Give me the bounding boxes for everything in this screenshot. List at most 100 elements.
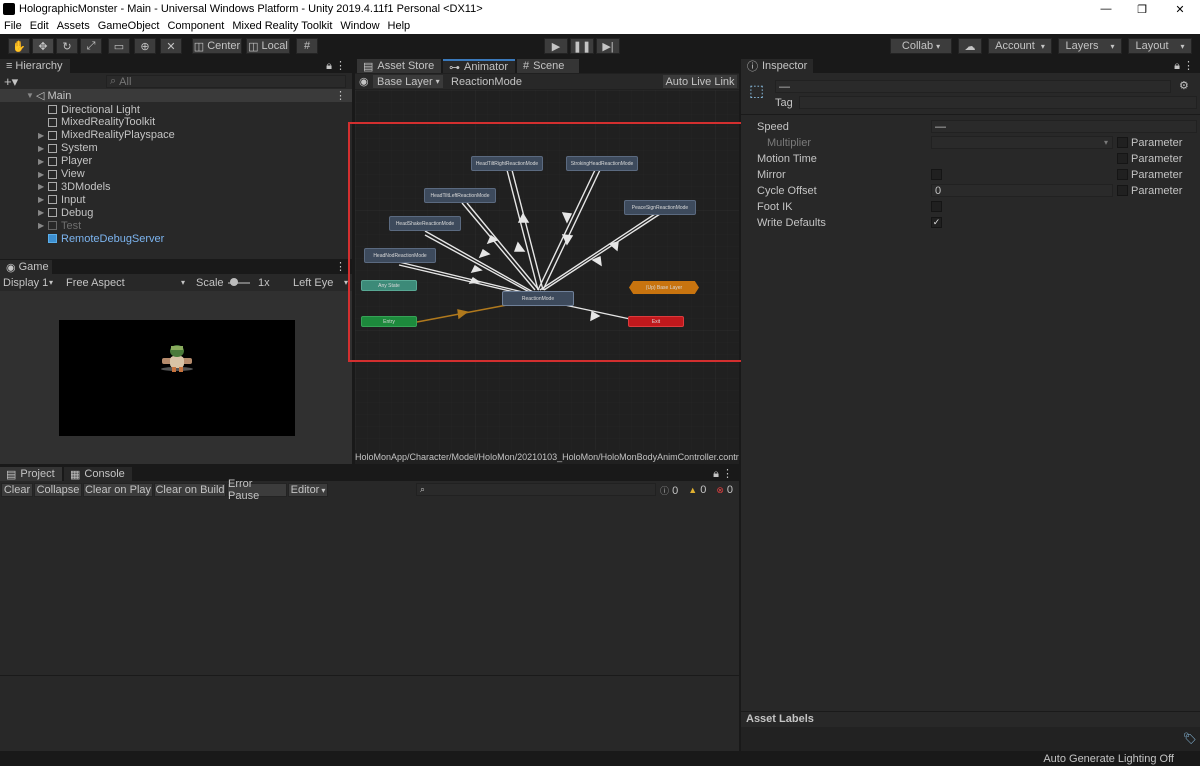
scale-tool-icon[interactable]: ⤢ <box>80 38 102 54</box>
menu-window[interactable]: Window <box>336 20 383 32</box>
hierarchy-item[interactable]: ▶ System <box>38 142 98 155</box>
console-search-input[interactable]: ⌕ <box>416 483 656 496</box>
asset-label-tag-icon[interactable]: 🏷︎ <box>1183 732 1197 745</box>
write-defaults-checkbox[interactable]: ✓ <box>931 217 942 228</box>
console-clear-on-build-button[interactable]: Clear on Build <box>154 483 226 497</box>
tab-hierarchy[interactable]: ≡ Hierarchy <box>0 59 70 73</box>
breadcrumb-base-layer[interactable]: Base Layer ▾ <box>373 75 443 88</box>
foot-ik-checkbox[interactable] <box>931 201 942 212</box>
tab-asset-store[interactable]: ▤ Asset Store <box>357 59 441 73</box>
pause-icon[interactable]: ❚❚ <box>570 38 594 54</box>
menu-mixed-reality-toolkit[interactable]: Mixed Reality Toolkit <box>228 20 336 32</box>
rect-tool-icon[interactable]: ▭ <box>108 38 130 54</box>
breadcrumb-reaction-mode[interactable]: ReactionMode <box>447 75 527 88</box>
mirror-checkbox[interactable] <box>931 169 942 180</box>
console-editor-dropdown[interactable]: Editor ▾ <box>288 483 328 497</box>
multiplier-parameter-checkbox[interactable] <box>1117 137 1128 148</box>
grid-snap-icon[interactable]: # <box>296 38 318 54</box>
step-icon[interactable]: ▶| <box>596 38 620 54</box>
close-icon[interactable]: ✕ <box>1160 0 1200 18</box>
hierarchy-item[interactable]: ▶ Player <box>38 155 92 168</box>
expand-arrow-icon[interactable]: ▶ <box>38 157 48 166</box>
tab-scene[interactable]: # Scene <box>517 59 579 73</box>
menu-edit[interactable]: Edit <box>26 20 53 32</box>
tag-field[interactable] <box>799 96 1197 109</box>
motion-time-parameter-checkbox[interactable] <box>1117 153 1128 164</box>
scene-menu-icon[interactable]: ⋮ <box>335 89 346 102</box>
tab-console[interactable]: ▦ Console <box>64 467 132 481</box>
display-dropdown[interactable]: Display 1 <box>3 277 48 289</box>
menu-file[interactable]: File <box>0 20 26 32</box>
warning-count[interactable]: ▲ 0 <box>688 484 706 497</box>
panel-menu-icon[interactable]: ⋮ <box>335 59 346 72</box>
hierarchy-item[interactable]: Directional Light <box>38 103 140 116</box>
console-error-pause-button[interactable]: Error Pause <box>227 478 287 502</box>
pivot-local-button[interactable]: ◫ Local <box>246 38 290 54</box>
rotate-tool-icon[interactable]: ↻ <box>56 38 78 54</box>
console-collapse-button[interactable]: Collapse <box>34 483 82 497</box>
expand-arrow-icon[interactable]: ▶ <box>38 131 48 140</box>
tab-animator[interactable]: ⊶ Animator <box>443 59 515 74</box>
log-count[interactable]: ⓘ 0 <box>660 484 678 497</box>
multiplier-dropdown[interactable]: ▾ <box>931 136 1113 149</box>
console-lock-icon[interactable]: 🔒︎ <box>713 468 719 481</box>
eye-dropdown[interactable]: Left Eye <box>293 277 333 289</box>
pivot-center-button[interactable]: ◫ Center <box>192 38 242 54</box>
game-menu-icon[interactable]: ⋮ <box>335 260 346 273</box>
settings-icon[interactable]: ⚙ <box>1179 79 1189 92</box>
menu-gameobject[interactable]: GameObject <box>94 20 164 32</box>
expand-arrow-icon[interactable]: ▶ <box>38 182 48 191</box>
console-menu-icon[interactable]: ⋮ <box>722 467 733 480</box>
scale-slider-thumb[interactable] <box>230 278 238 286</box>
scene-row[interactable]: ▼ ◁ Main ⋮ <box>0 89 352 102</box>
error-count[interactable]: ⊗ 0 <box>716 484 733 497</box>
cycle-offset-field[interactable]: 0 <box>931 184 1113 197</box>
eye-visibility-icon[interactable]: ◉ <box>359 75 369 88</box>
restore-icon[interactable]: ❐ <box>1122 0 1162 18</box>
lock-icon[interactable]: 🔒︎ <box>326 60 332 73</box>
custom-tool-icon[interactable]: ✕ <box>160 38 182 54</box>
cloud-icon[interactable]: ☁ <box>958 38 982 54</box>
layers-dropdown[interactable]: Layers ▾ <box>1058 38 1122 54</box>
expand-arrow-icon[interactable]: ▶ <box>38 208 48 217</box>
move-tool-icon[interactable]: ✥ <box>32 38 54 54</box>
expand-arrow-icon[interactable]: ▶ <box>38 170 48 179</box>
tab-project[interactable]: ▤ Project <box>0 467 62 481</box>
menu-help[interactable]: Help <box>384 20 415 32</box>
console-clear-on-play-button[interactable]: Clear on Play <box>83 483 153 497</box>
speed-field[interactable]: — <box>931 120 1197 133</box>
inspector-menu-icon[interactable]: ⋮ <box>1183 59 1194 72</box>
collab-button[interactable]: Collab ▾ <box>890 38 952 54</box>
hand-tool-icon[interactable]: ✋ <box>8 38 30 54</box>
add-icon[interactable]: +▾ <box>4 74 18 90</box>
expand-arrow-icon[interactable]: ▶ <box>38 144 48 153</box>
hierarchy-item[interactable]: ▶ Debug <box>38 206 93 219</box>
minimize-icon[interactable]: — <box>1086 0 1126 18</box>
aspect-dropdown[interactable]: Free Aspect <box>66 277 125 289</box>
state-name-field[interactable]: — <box>775 80 1171 93</box>
auto-live-link-button[interactable]: Auto Live Link <box>663 75 737 88</box>
menu-component[interactable]: Component <box>163 20 228 32</box>
transform-tool-icon[interactable]: ⊕ <box>134 38 156 54</box>
tab-inspector[interactable]: ⓘ Inspector <box>741 59 813 73</box>
hierarchy-item[interactable]: ▶ Input <box>38 193 85 206</box>
cycle-offset-parameter-checkbox[interactable] <box>1117 185 1128 196</box>
hierarchy-item[interactable]: ▶ View <box>38 168 85 181</box>
inspector-lock-icon[interactable]: 🔒︎ <box>1174 60 1180 73</box>
tab-game[interactable]: ◉ Game <box>0 260 52 274</box>
hierarchy-item[interactable]: RemoteDebugServer <box>38 232 164 245</box>
console-clear-button[interactable]: Clear <box>1 483 33 497</box>
layout-dropdown[interactable]: Layout ▾ <box>1128 38 1192 54</box>
hierarchy-item[interactable]: ▶ MixedRealityPlayspace <box>38 129 175 142</box>
menu-assets[interactable]: Assets <box>53 20 94 32</box>
hierarchy-item[interactable]: ▶ Test <box>38 219 81 232</box>
hierarchy-search-input[interactable]: ⌕ All <box>106 75 346 88</box>
hierarchy-item[interactable]: MixedRealityToolkit <box>38 116 155 129</box>
expand-arrow-icon[interactable]: ▶ <box>38 195 48 204</box>
hierarchy-item[interactable]: ▶ 3DModels <box>38 180 111 193</box>
mirror-parameter-checkbox[interactable] <box>1117 169 1128 180</box>
play-icon[interactable]: ▶ <box>544 38 568 54</box>
status-text[interactable]: Auto Generate Lighting Off <box>1043 753 1174 765</box>
expand-arrow-icon[interactable]: ▶ <box>38 221 48 230</box>
account-dropdown[interactable]: Account ▾ <box>988 38 1052 54</box>
